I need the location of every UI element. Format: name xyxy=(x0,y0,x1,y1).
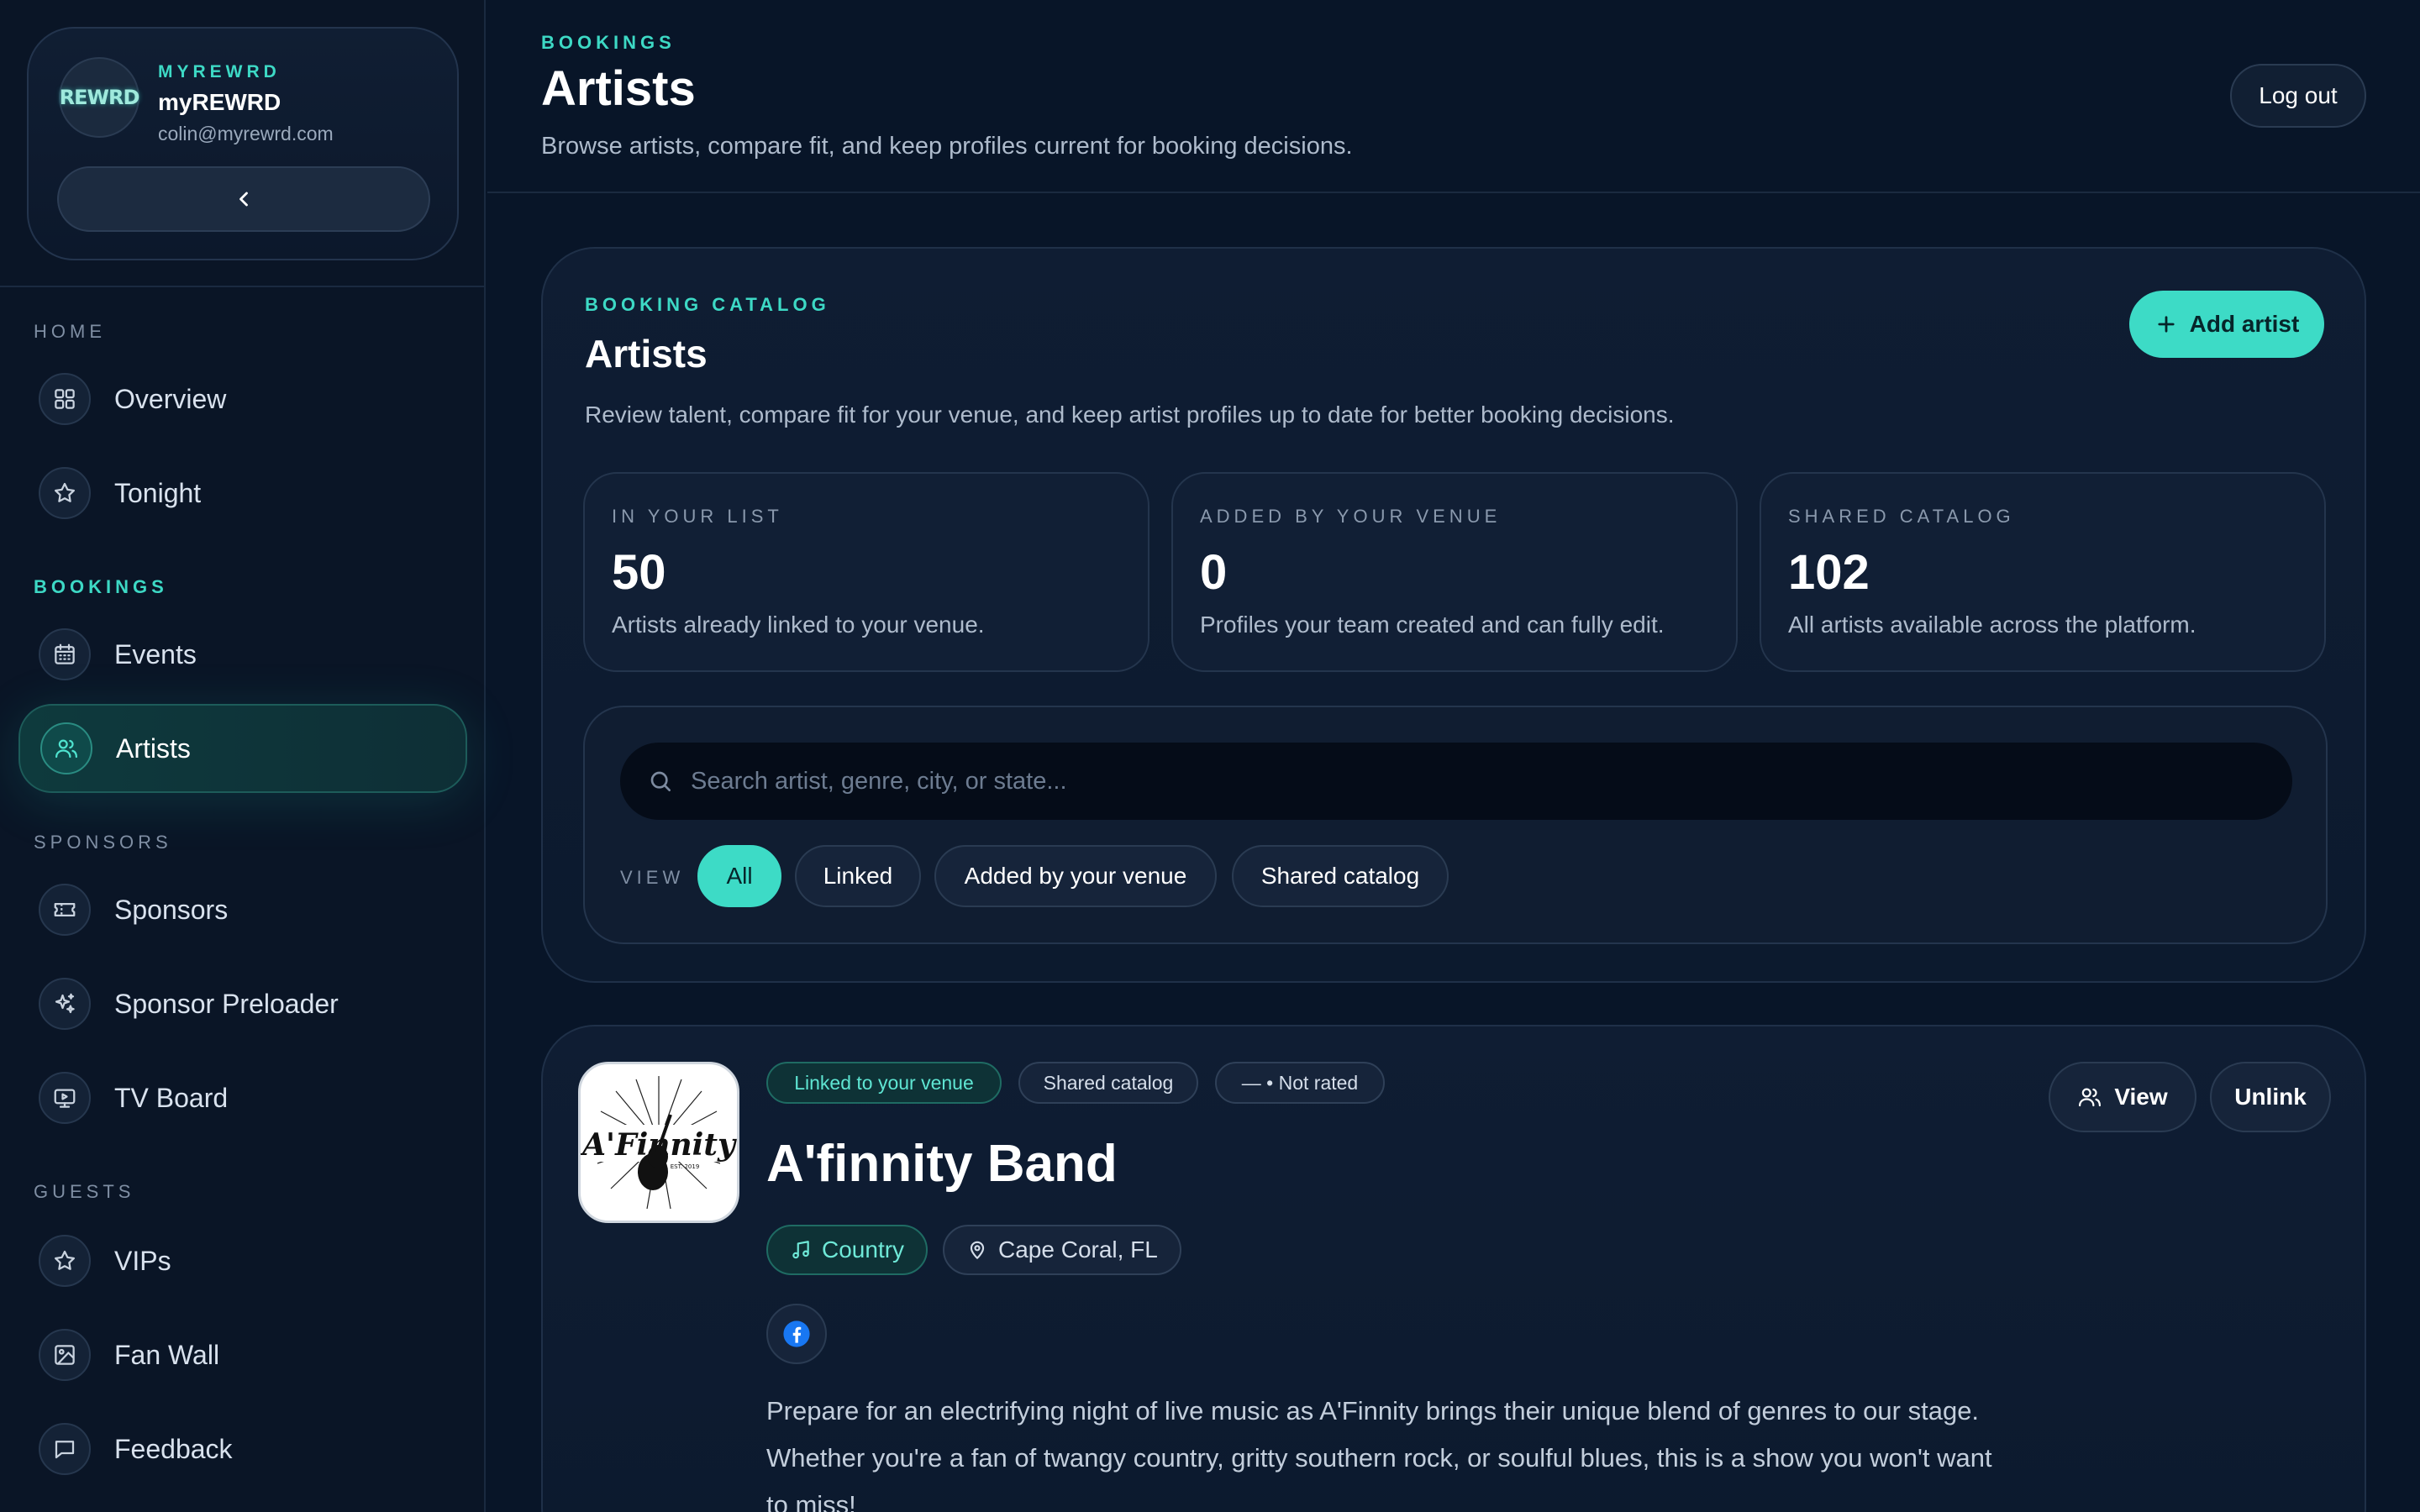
plus-icon xyxy=(2158,316,2175,333)
unlink-artist-button[interactable]: Unlink xyxy=(2210,1062,2331,1132)
sidebar-item-fan-wall[interactable]: Fan Wall xyxy=(18,1310,467,1399)
users-icon xyxy=(2079,1088,2102,1107)
stat-card-shared-catalog: SHARED CATALOG 102 All artists available… xyxy=(1760,472,2326,672)
users-icon xyxy=(40,722,92,774)
badge-linked: Linked to your venue xyxy=(766,1062,1002,1104)
stat-label: IN YOUR LIST xyxy=(612,506,783,527)
stat-description: Artists already linked to your venue. xyxy=(612,612,985,638)
artist-location: Cape Coral, FL xyxy=(998,1236,1158,1263)
booking-catalog-panel: BOOKING CATALOG Artists Review talent, c… xyxy=(541,247,2366,983)
add-artist-button[interactable]: Add artist xyxy=(2129,291,2324,358)
artist-logo-script: A'Finnity xyxy=(581,1127,737,1163)
venue-profile-card: REWRD MYREWRD myREWRD colin@myrewrd.com xyxy=(27,27,459,260)
sidebar-item-label: Tonight xyxy=(114,477,202,508)
breadcrumb: BOOKINGS xyxy=(541,32,676,53)
star-icon xyxy=(39,467,91,519)
nav-section-sponsors: SPONSORS xyxy=(34,832,172,853)
view-artist-button[interactable]: View xyxy=(2049,1062,2196,1132)
add-artist-label: Add artist xyxy=(2189,311,2300,337)
artist-genre: Country xyxy=(822,1236,905,1263)
page-title: Artists xyxy=(541,61,696,116)
search-box xyxy=(620,743,2292,820)
sidebar-item-label: Overview xyxy=(114,383,227,414)
filter-chip-shared-catalog[interactable]: Shared catalog xyxy=(1232,845,1449,907)
image-icon xyxy=(39,1329,91,1381)
sidebar-divider xyxy=(0,286,486,287)
sidebar-item-label: Sponsors xyxy=(114,894,229,925)
stat-value: 50 xyxy=(612,545,666,600)
nav-section-bookings: BOOKINGS xyxy=(34,576,168,597)
badge-rating: — • Not rated xyxy=(1215,1062,1385,1104)
stat-label: SHARED CATALOG xyxy=(1788,506,2015,527)
facebook-icon xyxy=(783,1320,810,1347)
brand-logo-text: REWRD xyxy=(59,86,140,109)
calendar-icon xyxy=(39,628,91,680)
grid-icon xyxy=(39,373,91,425)
artist-description: Prepare for an electrifying night of liv… xyxy=(766,1396,1992,1512)
sidebar-item-label: VIPs xyxy=(114,1245,171,1276)
view-label: VIEW xyxy=(620,867,685,888)
brand-name: myREWRD xyxy=(158,89,281,115)
sidebar-item-events[interactable]: Events xyxy=(18,610,467,699)
stat-description: All artists available across the platfor… xyxy=(1788,612,2196,638)
sidebar-item-label: Feedback xyxy=(114,1433,233,1464)
catalog-eyebrow: BOOKING CATALOG xyxy=(585,294,830,315)
tv-icon xyxy=(39,1072,91,1124)
page-subtitle: Browse artists, compare fit, and keep pr… xyxy=(541,133,1353,160)
logout-button[interactable]: Log out xyxy=(2230,64,2366,128)
stat-value: 102 xyxy=(1788,545,1870,600)
sidebar-item-tv-board[interactable]: TV Board xyxy=(18,1053,467,1142)
sidebar-item-overview[interactable]: Overview xyxy=(18,354,467,444)
sidebar-item-vips[interactable]: VIPs xyxy=(18,1216,467,1305)
chevron-left-icon xyxy=(239,192,248,207)
facebook-link[interactable] xyxy=(766,1304,827,1364)
message-icon xyxy=(39,1423,91,1475)
stat-card-added-by-venue: ADDED BY YOUR VENUE 0 Profiles your team… xyxy=(1171,472,1738,672)
artist-location-tag: Cape Coral, FL xyxy=(943,1225,1181,1275)
sidebar-item-sponsors[interactable]: Sponsors xyxy=(18,865,467,954)
artist-logo-small-text: EST. 2019 xyxy=(671,1163,700,1170)
filter-chip-added-by-venue[interactable]: Added by your venue xyxy=(934,845,1217,907)
sidebar-item-label: TV Board xyxy=(114,1082,229,1113)
stat-description: Profiles your team created and can fully… xyxy=(1200,612,1665,638)
sidebar-item-tonight[interactable]: Tonight xyxy=(18,449,467,538)
stat-value: 0 xyxy=(1200,545,1228,600)
filter-panel: VIEW All Linked Added by your venue Shar… xyxy=(583,706,2328,944)
filter-chip-all[interactable]: All xyxy=(697,845,781,907)
artist-name: A'finnity Band xyxy=(766,1135,1118,1193)
star-icon xyxy=(39,1235,91,1287)
artist-card[interactable]: A'Finnity EST. 2019 Linked to your venue… xyxy=(541,1025,2366,1512)
search-icon xyxy=(650,771,671,791)
brand-eyebrow: MYREWRD xyxy=(158,62,281,81)
brand-email: colin@myrewrd.com xyxy=(158,123,334,144)
sidebar-item-label: Artists xyxy=(116,732,191,764)
sidebar-item-label: Events xyxy=(114,638,197,669)
music-note-icon xyxy=(792,1241,809,1259)
view-artist-label: View xyxy=(2114,1084,2168,1110)
sidebar-item-artists[interactable]: Artists xyxy=(18,704,467,793)
sidebar: REWRD MYREWRD myREWRD colin@myrewrd.com … xyxy=(0,0,486,1512)
page-header: BOOKINGS Artists Browse artists, compare… xyxy=(487,0,2420,193)
stat-card-in-your-list: IN YOUR LIST 50 Artists already linked t… xyxy=(583,472,1150,672)
artist-genre-tag: Country xyxy=(766,1225,929,1275)
sidebar-item-label: Fan Wall xyxy=(114,1339,220,1370)
ticket-icon xyxy=(39,884,91,936)
nav-section-guests: GUESTS xyxy=(34,1181,135,1202)
stat-label: ADDED BY YOUR VENUE xyxy=(1200,506,1502,527)
sidebar-item-label: Sponsor Preloader xyxy=(114,988,339,1019)
artist-logo: A'Finnity EST. 2019 xyxy=(578,1062,739,1223)
sidebar-item-feedback[interactable]: Feedback xyxy=(18,1404,467,1494)
collapse-sidebar-button[interactable] xyxy=(57,166,430,232)
search-input[interactable] xyxy=(691,743,2292,820)
nav-section-home: HOME xyxy=(34,321,106,342)
brand-logo: REWRD xyxy=(59,57,139,138)
filter-chip-linked[interactable]: Linked xyxy=(795,845,921,907)
badge-shared-catalog: Shared catalog xyxy=(1018,1062,1198,1104)
catalog-subtitle: Review talent, compare fit for your venu… xyxy=(585,402,1675,428)
sidebar-item-sponsor-preloader[interactable]: Sponsor Preloader xyxy=(18,959,467,1048)
sparkles-icon xyxy=(39,978,91,1030)
map-pin-icon xyxy=(970,1241,985,1259)
catalog-title: Artists xyxy=(585,332,708,375)
